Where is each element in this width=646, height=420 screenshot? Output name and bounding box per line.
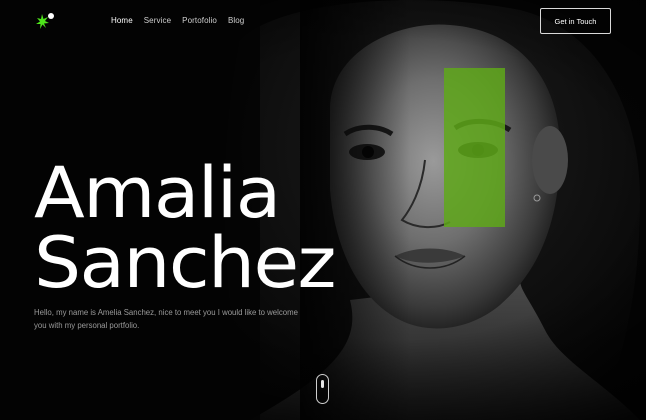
nav-home[interactable]: Home (111, 15, 133, 27)
mouse-scroll-icon[interactable] (316, 374, 329, 404)
green-star-burst-icon[interactable] (34, 12, 56, 32)
hero-intro-text: Hello, my name is Amelia Sanchez, nice t… (34, 308, 298, 330)
hero-name-first: Amalia (34, 152, 281, 234)
hero-section: Home Service Portofolio Blog Get in Touc… (0, 0, 646, 420)
nav-blog[interactable]: Blog (228, 15, 244, 27)
main-nav: Home Service Portofolio Blog (111, 15, 244, 27)
get-in-touch-button[interactable]: Get in Touch (540, 8, 611, 34)
nav-service[interactable]: Service (144, 15, 171, 27)
hero-title: Amalia Sanchez (34, 158, 394, 298)
scroll-wheel-dot (321, 380, 324, 388)
hero-name-last: Sanchez (34, 222, 336, 304)
nav-portofolio[interactable]: Portofolio (182, 15, 217, 27)
